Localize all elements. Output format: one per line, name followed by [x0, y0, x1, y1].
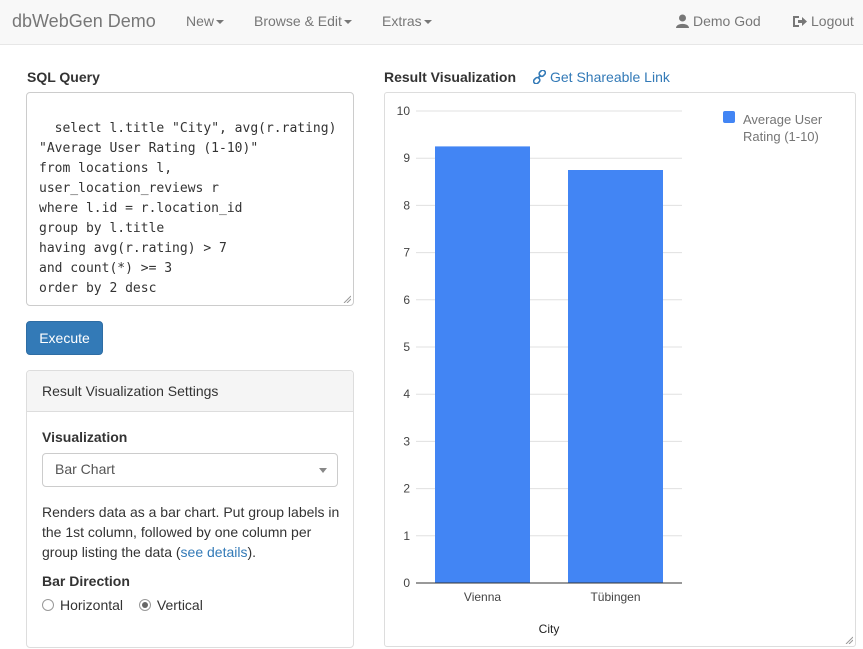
sql-query-text: select l.title "City", avg(r.rating) "Av…: [39, 121, 337, 296]
y-tick-label: 7: [403, 246, 410, 260]
bar-direction-options: Horizontal Vertical: [42, 597, 215, 613]
user-icon: [676, 14, 689, 28]
execute-button[interactable]: Execute: [26, 321, 103, 355]
visualization-select[interactable]: Bar Chart: [42, 453, 338, 487]
radio-vertical-button[interactable]: [138, 599, 151, 611]
visualization-description: Renders data as a bar chart. Put group l…: [42, 502, 342, 562]
x-tick-label: Vienna: [464, 590, 501, 604]
visualization-select-value: Bar Chart: [55, 461, 115, 477]
y-tick-label: 2: [403, 482, 410, 496]
bar: [435, 146, 530, 583]
y-tick-label: 4: [403, 387, 410, 401]
radio-horizontal[interactable]: Horizontal: [42, 597, 123, 613]
y-tick-label: 1: [403, 529, 410, 543]
resize-grip-icon[interactable]: [343, 295, 351, 303]
menu-extras-label: Extras: [382, 13, 422, 29]
link-icon: [532, 69, 547, 85]
bar-chart: 0 1 2 3 4 5 6 7 8 9 10 Vienna Tübingen City Average Us…: [384, 92, 856, 647]
radio-vertical[interactable]: Vertical: [138, 597, 203, 613]
brand-link[interactable]: dbWebGen Demo: [12, 11, 156, 32]
shareable-link[interactable]: Get Shareable Link: [532, 69, 670, 85]
chevron-down-icon: [423, 20, 432, 25]
x-tick-label: Tübingen: [590, 590, 640, 604]
menu-new-label: New: [186, 13, 215, 29]
visualization-label: Visualization: [42, 429, 128, 445]
visualization-settings-panel: Result Visualization Settings Visualizat…: [26, 370, 354, 648]
bar-direction-label: Bar Direction: [42, 573, 130, 589]
radio-horizontal-button[interactable]: [42, 599, 54, 611]
sql-query-title: SQL Query: [27, 69, 100, 85]
y-tick-label: 9: [403, 151, 410, 165]
user-name: Demo God: [693, 13, 761, 29]
logout-icon: [793, 16, 807, 27]
y-tick-label: 10: [397, 104, 411, 118]
radio-vertical-label: Vertical: [156, 597, 203, 613]
navbar: dbWebGen Demo New Browse & Edit Extras D…: [0, 0, 863, 45]
radio-horizontal-label: Horizontal: [60, 597, 124, 613]
menu-browse-edit-label: Browse & Edit: [254, 13, 342, 29]
y-tick-label: 6: [403, 293, 410, 307]
y-tick-label: 3: [403, 434, 410, 448]
menu-extras[interactable]: Extras: [382, 13, 432, 29]
menu-browse-edit[interactable]: Browse & Edit: [254, 13, 352, 29]
legend-label: Average User: [743, 112, 823, 127]
user-menu[interactable]: Demo God: [676, 13, 761, 29]
resize-grip-icon[interactable]: [845, 636, 853, 644]
see-details-link[interactable]: see details: [181, 544, 248, 560]
legend-label: Rating (1-10): [743, 129, 819, 144]
panel-heading: Result Visualization Settings: [27, 371, 353, 412]
sql-query-input[interactable]: select l.title "City", avg(r.rating) "Av…: [26, 92, 354, 306]
y-tick-label: 5: [403, 340, 410, 354]
y-tick-label: 8: [403, 198, 410, 212]
bar-chart-svg: 0 1 2 3 4 5 6 7 8 9 10 Vienna Tübingen City Average Us…: [397, 104, 823, 636]
logout-link[interactable]: Logout: [792, 13, 854, 29]
shareable-link-label: Get Shareable Link: [550, 69, 670, 85]
chevron-down-icon: [343, 20, 352, 25]
legend-swatch: [723, 111, 735, 123]
y-tick-label: 0: [403, 576, 410, 590]
description-suffix: ).: [247, 544, 257, 560]
bar: [568, 170, 663, 583]
x-axis-title: City: [539, 622, 560, 636]
result-visualization-title: Result Visualization: [384, 69, 516, 85]
logout-label: Logout: [811, 13, 854, 29]
menu-new[interactable]: New: [186, 13, 225, 29]
chevron-down-icon: [319, 468, 327, 473]
chevron-down-icon: [216, 20, 225, 25]
